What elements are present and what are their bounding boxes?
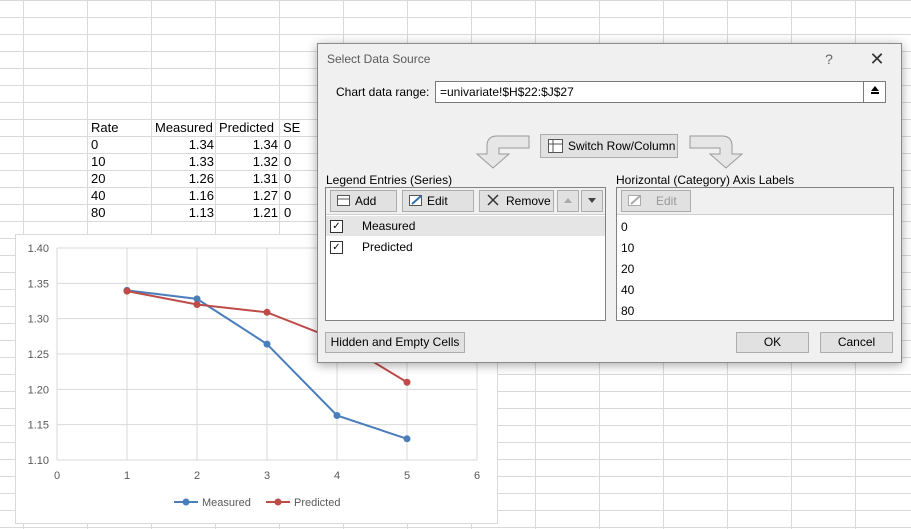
cancel-button[interactable]: Cancel <box>820 332 893 353</box>
remove-series-button[interactable]: Remove <box>479 190 554 212</box>
legend-label-predicted: Predicted <box>294 497 340 509</box>
add-series-button[interactable]: Add <box>330 190 397 212</box>
data-point-predicted <box>193 301 201 309</box>
switch-row-column-button[interactable]: Switch Row/Column <box>540 134 678 158</box>
close-button[interactable]: ✕ <box>867 49 887 69</box>
add-label: Add <box>355 194 377 208</box>
data-point-predicted <box>123 287 131 295</box>
remove-label: Remove <box>506 194 551 208</box>
legend-entries-label: Legend Entries (Series) <box>326 173 453 187</box>
y-tick-label: 1.10 <box>28 455 49 467</box>
chart-data-range-input[interactable]: =univariate!$H$22:$J$27 <box>435 81 868 103</box>
y-tick-label: 1.40 <box>28 243 49 255</box>
y-tick-label: 1.30 <box>28 314 49 326</box>
edit-icon <box>628 195 641 206</box>
axis-label-item[interactable]: 80 <box>617 301 893 321</box>
series-item-label: Measured <box>362 219 416 233</box>
edit-series-button[interactable]: Edit <box>402 190 474 212</box>
add-icon <box>337 195 350 206</box>
legend-toolbar: Add Edit Remove <box>326 188 605 215</box>
data-point-predicted <box>263 308 271 316</box>
cell-rate[interactable]: 0 <box>91 136 98 153</box>
x-tick-label: 6 <box>474 470 480 482</box>
axis-label-item[interactable]: 20 <box>617 259 893 279</box>
legend-entries-panel: Add Edit Remove ✓ Measured ✓ Predicted <box>325 187 606 321</box>
x-tick-label: 3 <box>264 470 270 482</box>
x-tick-label: 4 <box>334 470 340 482</box>
cell-se[interactable]: 0 <box>284 170 291 187</box>
axis-labels-label: Horizontal (Category) Axis Labels <box>616 173 795 187</box>
cell-se[interactable]: 0 <box>284 136 291 153</box>
header-predicted[interactable]: Predicted <box>219 119 274 136</box>
switch-row-column-label: Switch Row/Column <box>568 139 676 153</box>
axis-label-item[interactable]: 40 <box>617 280 893 300</box>
data-point-predicted <box>403 378 411 386</box>
edit-label: Edit <box>427 194 448 208</box>
data-point-measured <box>333 411 341 419</box>
axis-edit-button[interactable]: Edit <box>621 190 691 212</box>
cell-predicted[interactable]: 1.32 <box>219 153 278 170</box>
header-measured[interactable]: Measured <box>155 119 213 136</box>
header-se[interactable]: SE <box>283 119 300 136</box>
legend-label-measured: Measured <box>202 497 251 509</box>
cell-measured[interactable]: 1.26 <box>155 170 214 187</box>
cell-measured[interactable]: 1.16 <box>155 187 214 204</box>
data-point-measured <box>263 340 271 348</box>
move-down-button[interactable] <box>581 190 603 212</box>
cell-rate[interactable]: 20 <box>91 170 105 187</box>
series-item-predicted[interactable]: ✓ Predicted <box>326 237 605 257</box>
y-tick-label: 1.35 <box>28 278 49 290</box>
header-rate[interactable]: Rate <box>91 119 118 136</box>
cell-predicted[interactable]: 1.27 <box>219 187 278 204</box>
left-curved-arrow-icon <box>475 135 530 169</box>
cell-predicted[interactable]: 1.31 <box>219 170 278 187</box>
axis-toolbar: Edit <box>617 188 893 215</box>
cell-measured[interactable]: 1.13 <box>155 204 214 221</box>
x-tick-label: 2 <box>194 470 200 482</box>
axis-edit-label: Edit <box>656 194 677 208</box>
edit-icon <box>409 195 422 206</box>
chart-data-range-label: Chart data range: <box>336 85 430 99</box>
cell-predicted[interactable]: 1.34 <box>219 136 278 153</box>
cell-rate[interactable]: 40 <box>91 187 105 204</box>
checkbox[interactable]: ✓ <box>330 241 343 254</box>
help-button[interactable]: ? <box>819 49 839 69</box>
cell-se[interactable]: 0 <box>284 153 291 170</box>
series-item-label: Predicted <box>362 240 413 254</box>
ok-button[interactable]: OK <box>736 332 809 353</box>
x-tick-label: 1 <box>124 470 130 482</box>
x-tick-label: 0 <box>54 470 60 482</box>
cell-rate[interactable]: 80 <box>91 204 105 221</box>
remove-icon <box>487 194 499 206</box>
cell-se[interactable]: 0 <box>284 204 291 221</box>
hidden-empty-cells-button[interactable]: Hidden and Empty Cells <box>325 332 465 353</box>
collapse-dialog-button[interactable] <box>863 81 886 103</box>
select-data-source-dialog: Select Data Source ? ✕ Chart data range:… <box>317 43 902 363</box>
cell-measured[interactable]: 1.33 <box>155 153 214 170</box>
dialog-title: Select Data Source <box>327 52 431 66</box>
axis-label-item[interactable]: 10 <box>617 238 893 258</box>
cell-measured[interactable]: 1.34 <box>155 136 214 153</box>
collapse-icon <box>870 86 879 94</box>
cell-predicted[interactable]: 1.21 <box>219 204 278 221</box>
switch-row-column-icon <box>548 139 563 153</box>
move-up-button[interactable] <box>557 190 579 212</box>
axis-label-item[interactable]: 0 <box>617 217 893 237</box>
down-arrow-icon <box>588 198 596 203</box>
data-point-measured <box>403 435 411 443</box>
legend-marker-measured <box>182 498 190 506</box>
cell-se[interactable]: 0 <box>284 187 291 204</box>
up-arrow-icon <box>564 198 572 203</box>
legend-marker-predicted <box>274 498 282 506</box>
axis-labels-panel: Edit 0 10 20 40 80 <box>616 187 894 321</box>
y-tick-label: 1.20 <box>28 384 49 396</box>
x-tick-label: 5 <box>404 470 410 482</box>
right-curved-arrow-icon <box>689 135 744 169</box>
cell-rate[interactable]: 10 <box>91 153 105 170</box>
y-tick-label: 1.25 <box>28 349 49 361</box>
checkbox[interactable]: ✓ <box>330 220 343 233</box>
y-tick-label: 1.15 <box>28 420 49 432</box>
series-item-measured[interactable]: ✓ Measured <box>326 216 605 236</box>
